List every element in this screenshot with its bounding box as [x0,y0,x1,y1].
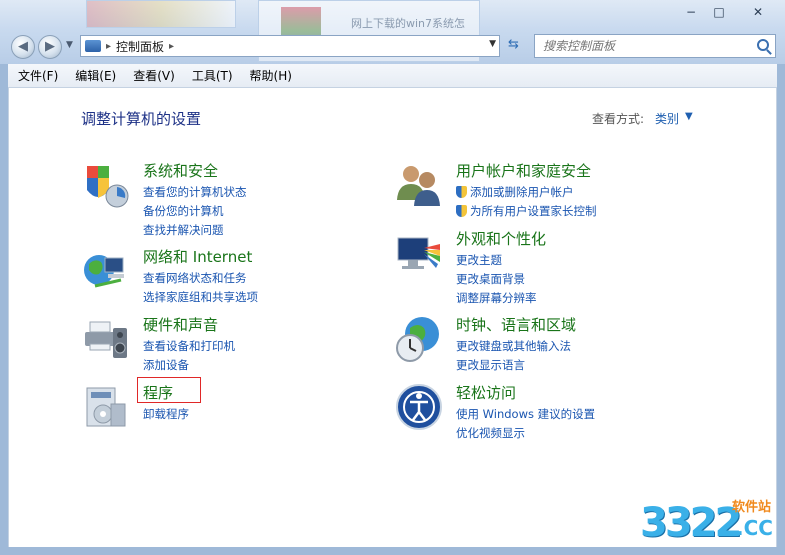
link-troubleshoot[interactable]: 查找并解决问题 [143,222,224,238]
chevron-down-icon[interactable]: ▼ [685,111,693,122]
menu-file[interactable]: 文件(F) [18,67,58,84]
user-accounts-icon [397,166,440,206]
category-clock-language: 时钟、语言和区域 更改键盘或其他输入法 更改显示语言 [394,314,714,374]
category-hardware-sound: 硬件和声音 查看设备和打印机 添加设备 [81,314,381,374]
breadcrumb-separator[interactable]: ▸ [106,41,111,52]
category-title[interactable]: 系统和安全 [143,160,218,181]
link-devices-printers[interactable]: 查看设备和打印机 [143,338,235,354]
appearance-icon [397,237,440,269]
category-user-accounts: 用户帐户和家庭安全 添加或删除用户帐户 为所有用户设置家长控制 [394,160,714,220]
category-appearance: 外观和个性化 更改主题 更改桌面背景 调整屏幕分辨率 [394,228,714,306]
watermark-text: 软件站 [732,500,772,515]
link-text: 为所有用户设置家长控制 [470,204,597,218]
refresh-button[interactable]: ⇆ [508,37,519,52]
link-view-computer-status[interactable]: 查看您的计算机状态 [143,184,247,200]
category-title[interactable]: 程序 [143,382,173,403]
link-add-device[interactable]: 添加设备 [143,357,189,373]
category-title[interactable]: 轻松访问 [456,382,516,403]
category-title[interactable]: 时钟、语言和区域 [456,314,576,335]
link-network-status[interactable]: 查看网络状态和任务 [143,270,247,286]
link-add-remove-user[interactable]: 添加或删除用户帐户 [456,184,574,200]
category-programs: 程序 卸载程序 [81,377,381,432]
refresh-icon: ⇆ [508,37,519,52]
link-change-input-method[interactable]: 更改键盘或其他输入法 [456,338,571,354]
view-by-dropdown[interactable]: 类别 [655,110,679,127]
link-change-theme[interactable]: 更改主题 [456,252,502,268]
page-title: 调整计算机的设置 [81,110,202,128]
category-system-security: 系统和安全 查看您的计算机状态 备份您的计算机 查找并解决问题 [81,160,381,238]
forward-button[interactable]: ▶ [38,35,62,59]
link-optimize-display[interactable]: 优化视频显示 [456,425,525,441]
category-ease-of-access: 轻松访问 使用 Windows 建议的设置 优化视频显示 [394,382,714,442]
arrow-right-icon: ▶ [45,39,55,54]
address-bar[interactable]: ▸ 控制面板 ▸ ▼ [80,35,500,57]
link-backup-computer[interactable]: 备份您的计算机 [143,203,224,219]
chevron-down-icon: ▼ [489,39,496,49]
link-windows-suggested-settings[interactable]: 使用 Windows 建议的设置 [456,406,595,422]
control-panel-icon [85,40,101,52]
arrow-left-icon: ◀ [18,39,28,54]
system-security-icon [87,166,129,208]
ease-of-access-icon [396,384,442,430]
menu-bar: 文件(F) 编辑(E) 查看(V) 工具(T) 帮助(H) [8,64,777,88]
content-pane: 调整计算机的设置 查看方式: 类别 ▼ 系统和安全 查看您的计算机状态 备份您的… [8,88,777,547]
menu-help[interactable]: 帮助(H) [250,67,292,84]
link-parental-controls[interactable]: 为所有用户设置家长控制 [456,203,597,219]
menu-tools[interactable]: 工具(T) [192,67,233,84]
menu-edit[interactable]: 编辑(E) [75,67,116,84]
link-screen-resolution[interactable]: 调整屏幕分辨率 [456,290,537,306]
recent-pages-dropdown[interactable]: ▼ [66,40,73,50]
search-icon[interactable] [757,39,769,51]
breadcrumb-separator[interactable]: ▸ [169,41,174,52]
search-input[interactable] [543,39,753,53]
category-title[interactable]: 网络和 Internet [143,246,252,267]
uac-shield-icon [456,205,467,217]
category-title[interactable]: 外观和个性化 [456,228,546,249]
address-dropdown[interactable]: ▼ [489,39,496,49]
menu-view[interactable]: 查看(V) [133,67,175,84]
link-homegroup-sharing[interactable]: 选择家庭组和共享选项 [143,289,258,305]
link-text: 添加或删除用户帐户 [470,185,574,199]
category-network-internet: 网络和 Internet 查看网络状态和任务 选择家庭组和共享选项 [81,246,381,306]
category-title[interactable]: 用户帐户和家庭安全 [456,160,591,181]
back-button[interactable]: ◀ [11,35,35,59]
network-icon [84,255,124,288]
category-title[interactable]: 硬件和声音 [143,314,218,335]
maximize-button[interactable]: □ [706,4,732,22]
breadcrumb-control-panel[interactable]: 控制面板 [116,38,164,55]
search-box[interactable] [534,34,776,58]
link-change-display-language[interactable]: 更改显示语言 [456,357,525,373]
view-by-label: 查看方式: [592,112,645,126]
watermark-logo: 3322 软件站 .CC [640,494,782,550]
close-button[interactable]: ✕ [734,4,782,22]
link-uninstall-program[interactable]: 卸载程序 [143,406,189,422]
watermark-number: 3322 [640,500,742,546]
hardware-sound-icon [85,321,127,358]
chevron-down-icon: ▼ [66,40,73,50]
clock-language-icon [396,317,439,362]
background-thumbnail [86,0,236,28]
watermark-suffix: .CC [736,516,773,540]
link-change-background[interactable]: 更改桌面背景 [456,271,525,287]
uac-shield-icon [456,186,467,198]
minimize-button[interactable]: − [678,4,704,22]
programs-icon [86,387,126,427]
